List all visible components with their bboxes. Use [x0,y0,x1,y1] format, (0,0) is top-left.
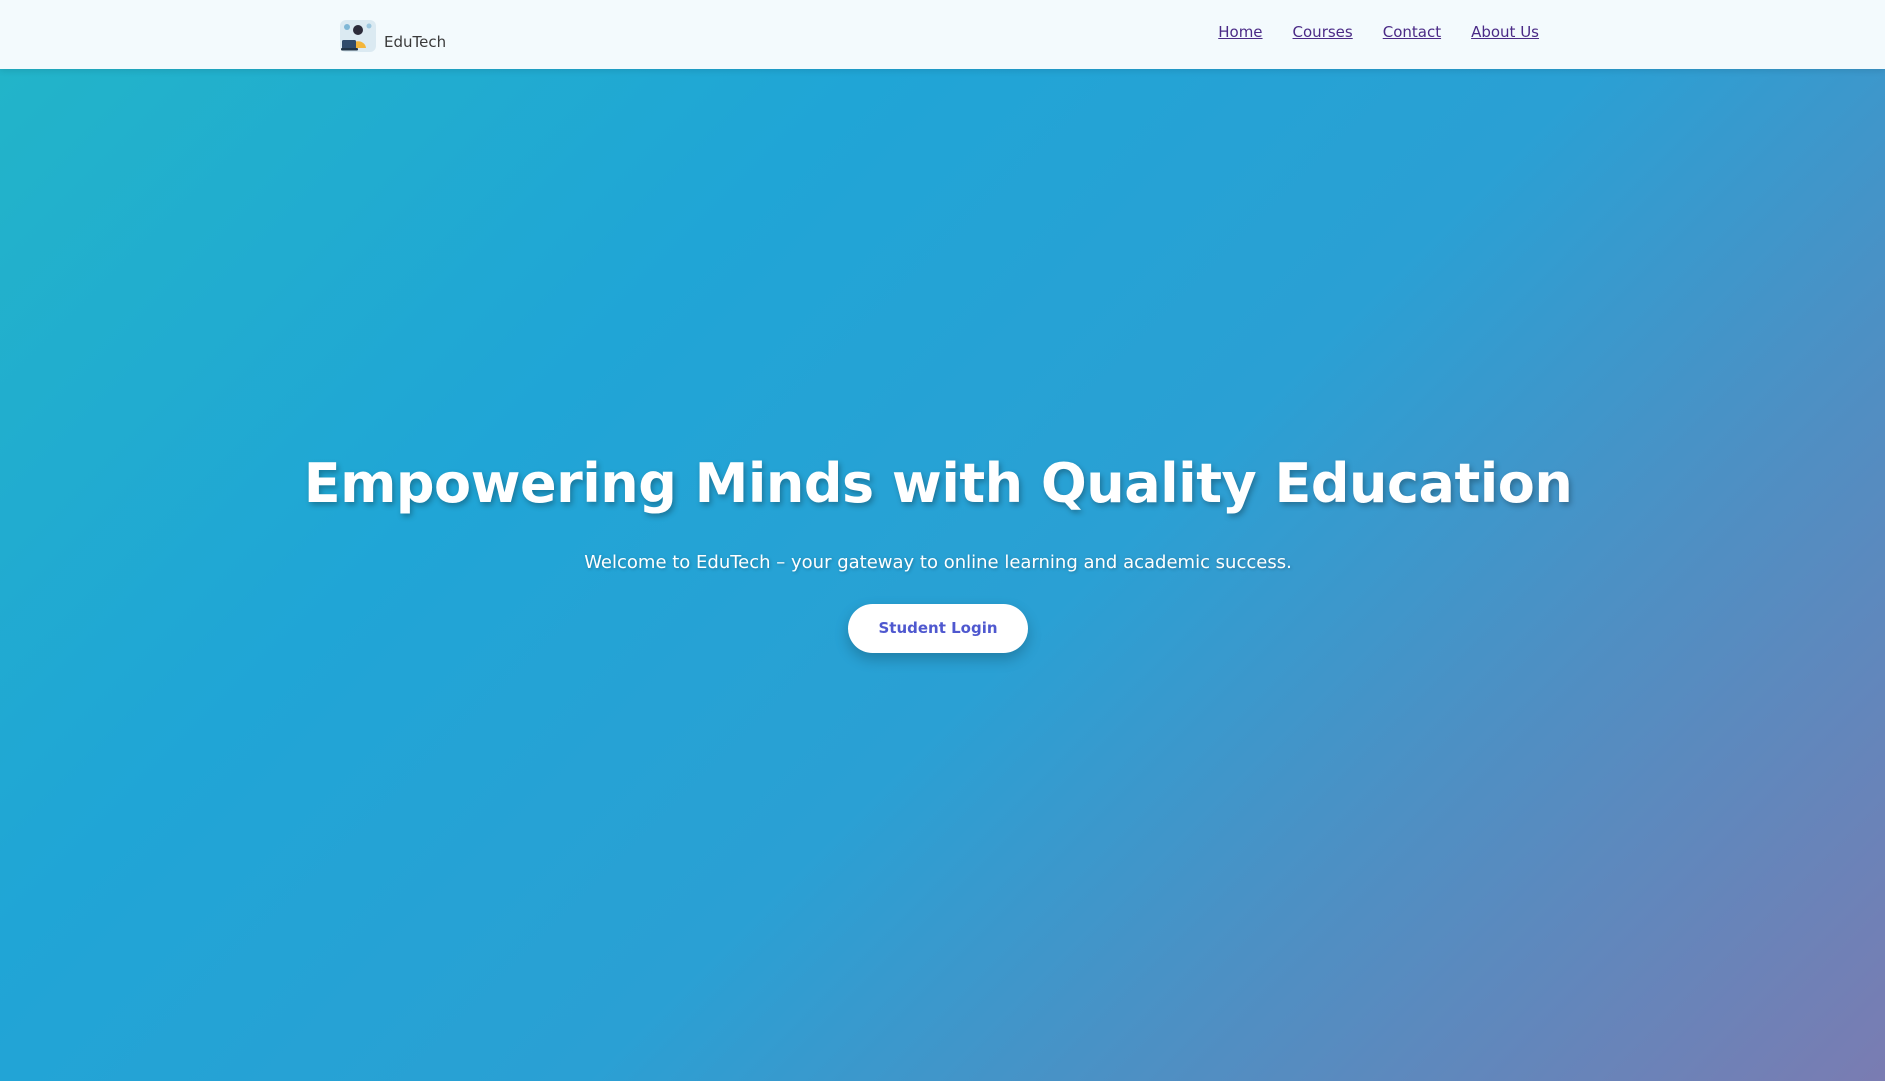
hero-content: Empowering Minds with Quality Education … [0,452,1876,654]
main-nav: Home Courses Contact About Us [1218,22,1539,42]
hero-section: Empowering Minds with Quality Education … [0,69,1885,1081]
student-laptop-logo-icon [338,18,378,54]
site-header: EduTech Home Courses Contact About Us [0,0,1885,69]
hero-subtitle: Welcome to EduTech – your gateway to onl… [584,552,1292,574]
brand-name: EduTech [384,33,447,51]
hero-title: Empowering Minds with Quality Education [303,452,1573,515]
nav-link-contact[interactable]: Contact [1383,22,1441,42]
student-login-button[interactable]: Student Login [848,604,1028,654]
nav-link-about-us[interactable]: About Us [1471,22,1539,42]
nav-link-courses[interactable]: Courses [1293,22,1353,42]
brand[interactable]: EduTech [338,10,446,54]
nav-link-home[interactable]: Home [1218,22,1262,42]
